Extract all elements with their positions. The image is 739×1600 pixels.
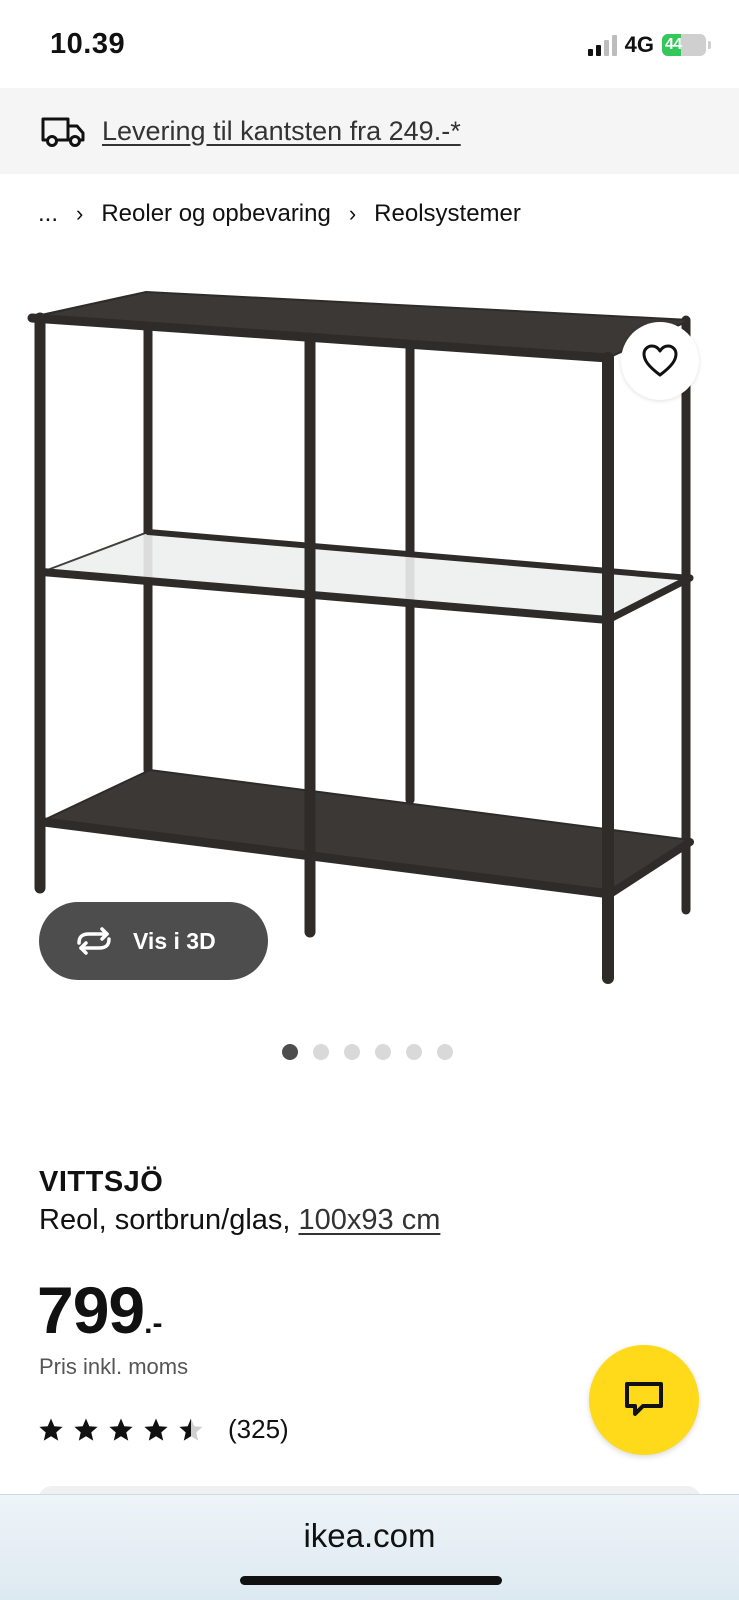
favorite-button[interactable] — [621, 322, 699, 400]
status-indicators: 4G 44 — [587, 32, 711, 58]
product-type-color: Reol, sortbrun/glas, — [39, 1204, 299, 1236]
product-name: VITTSJÖ — [39, 1166, 164, 1198]
carousel-dot[interactable] — [344, 1044, 360, 1060]
battery-icon: 44 — [662, 34, 706, 56]
carousel-dot[interactable] — [406, 1044, 422, 1060]
price-suffix: .- — [144, 1307, 163, 1340]
price-value: 799 — [37, 1273, 145, 1347]
product-description: Reol, sortbrun/glas, 100x93 cm — [39, 1204, 440, 1237]
carousel-dot[interactable] — [313, 1044, 329, 1060]
chat-bubble-icon — [625, 1382, 663, 1416]
battery-cap — [708, 41, 711, 49]
rotate-icon — [77, 927, 111, 955]
carousel-dot[interactable] — [437, 1044, 453, 1060]
network-type: 4G — [624, 32, 654, 57]
product-size-link[interactable]: 100x93 cm — [299, 1204, 441, 1236]
breadcrumb-item-shelving-systems[interactable]: Reolsystemer — [374, 200, 521, 228]
view-in-3d-button[interactable]: Vis i 3D — [39, 902, 268, 980]
breadcrumb-item-shelves-storage[interactable]: Reoler og opbevaring — [101, 200, 331, 228]
breadcrumb-separator: › — [348, 201, 357, 226]
chat-button[interactable] — [589, 1345, 699, 1455]
status-time: 10.39 — [50, 28, 126, 60]
home-indicator[interactable] — [240, 1576, 502, 1585]
heart-icon — [642, 344, 678, 377]
price-note: Pris inkl. moms — [39, 1354, 189, 1379]
rating-stars — [38, 1417, 204, 1443]
delivery-banner[interactable]: Levering til kantsten fra 249.-* — [0, 88, 739, 174]
signal-icon — [587, 34, 617, 56]
truck-icon — [41, 117, 85, 147]
star-icon — [179, 1418, 203, 1441]
status-bar: 10.39 4G 44 — [0, 0, 739, 88]
breadcrumb-item-more[interactable]: ... — [38, 200, 58, 228]
review-count[interactable]: (325) — [228, 1414, 289, 1445]
battery-level: 44 — [665, 36, 682, 53]
view-in-3d-label: Vis i 3D — [133, 927, 216, 954]
breadcrumb: ... › Reoler og opbevaring › Reolsysteme… — [38, 200, 521, 228]
product-rating[interactable]: (325) — [38, 1414, 289, 1445]
carousel-dot[interactable] — [282, 1044, 298, 1060]
product-price: 799 .- — [37, 1272, 162, 1348]
star-icon — [74, 1418, 98, 1441]
carousel-dots — [282, 1044, 453, 1060]
url-text[interactable]: ikea.com — [0, 1517, 739, 1555]
star-icon — [109, 1418, 133, 1441]
star-icon — [39, 1418, 63, 1441]
star-icon — [144, 1418, 168, 1441]
carousel-dot[interactable] — [375, 1044, 391, 1060]
product-image[interactable] — [18, 280, 708, 1010]
breadcrumb-separator: › — [76, 201, 84, 226]
delivery-link[interactable]: Levering til kantsten fra 249.-* — [102, 116, 461, 147]
